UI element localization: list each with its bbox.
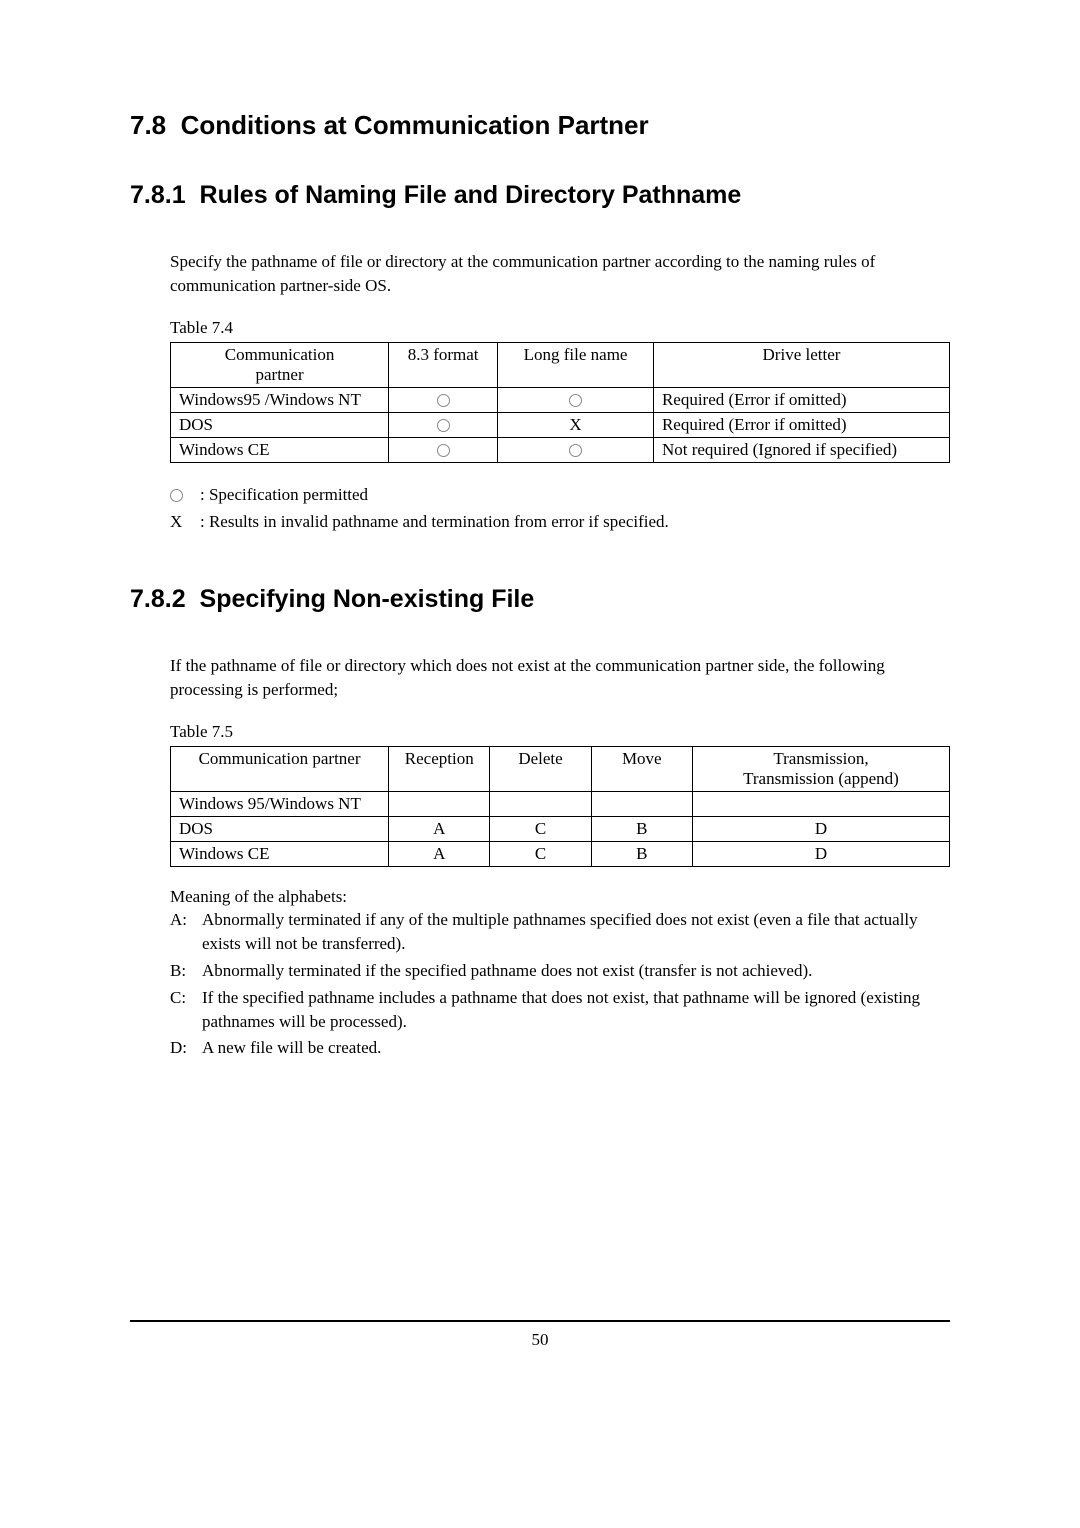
table-row: Windows 95/Windows NT <box>171 791 950 816</box>
table-row: DOS X Required (Error if omitted) <box>171 412 950 437</box>
meaning-text: Abnormally terminated if the specified p… <box>202 959 812 983</box>
circle-icon <box>437 419 450 432</box>
legend-row-circle: : Specification permitted <box>170 481 950 508</box>
meaning-label: A: <box>170 908 202 956</box>
meaning-text: A new file will be created. <box>202 1036 381 1060</box>
cell-partner: DOS <box>171 816 389 841</box>
subsection-heading-1: 7.8.1 Rules of Naming File and Directory… <box>130 181 950 210</box>
circle-icon <box>569 444 582 457</box>
cell-format <box>389 412 498 437</box>
section-title: Conditions at Communication Partner <box>181 110 649 140</box>
table-header-row: Communication partner 8.3 format Long fi… <box>171 342 950 387</box>
cell-drive: Required (Error if omitted) <box>653 412 949 437</box>
legend-row-x: X : Results in invalid pathname and term… <box>170 508 950 535</box>
cell-partner: Windows95 /Windows NT <box>171 387 389 412</box>
table-row: Windows CE Not required (Ignored if spec… <box>171 437 950 462</box>
meaning-text: If the specified pathname includes a pat… <box>202 986 950 1034</box>
col-header-delete: Delete <box>490 746 591 791</box>
section-number: 7.8 <box>130 110 166 140</box>
subsection-number: 7.8.1 <box>130 181 186 209</box>
subsection-heading-2: 7.8.2 Specifying Non-existing File <box>130 585 950 614</box>
table-caption-1: Table 7.4 <box>170 318 950 338</box>
meaning-label: D: <box>170 1036 202 1060</box>
page-footer: 50 <box>130 1320 950 1350</box>
meaning-row: B: Abnormally terminated if the specifie… <box>170 959 950 983</box>
cell-trans: D <box>692 816 949 841</box>
table-naming-rules: Communication partner 8.3 format Long fi… <box>170 342 950 463</box>
cell-partner: Windows CE <box>171 437 389 462</box>
legend-symbol: X <box>170 508 200 535</box>
cell-longname <box>498 437 654 462</box>
cell-move <box>591 791 692 816</box>
cell-move: B <box>591 816 692 841</box>
cell-delete <box>490 791 591 816</box>
circle-icon <box>437 444 450 457</box>
page-number: 50 <box>532 1330 549 1349</box>
cell-reception: A <box>389 841 490 866</box>
meanings-title: Meaning of the alphabets: <box>170 885 950 909</box>
cell-format <box>389 437 498 462</box>
meaning-row: D: A new file will be created. <box>170 1036 950 1060</box>
table-row: DOS A C B D <box>171 816 950 841</box>
col-header-partner: Communication partner <box>171 746 389 791</box>
subsection-title: Specifying Non-existing File <box>200 585 535 613</box>
col-header-move: Move <box>591 746 692 791</box>
legend-text: : Results in invalid pathname and termin… <box>200 508 669 535</box>
legend-symbol <box>170 481 200 508</box>
col-header-longname: Long file name <box>498 342 654 387</box>
meanings-block: Meaning of the alphabets: A: Abnormally … <box>170 885 950 1061</box>
cell-partner: Windows 95/Windows NT <box>171 791 389 816</box>
col-header-transmission: Transmission, Transmission (append) <box>692 746 949 791</box>
subsection-title: Rules of Naming File and Directory Pathn… <box>200 181 742 209</box>
table-caption-2: Table 7.5 <box>170 722 950 742</box>
cell-move: B <box>591 841 692 866</box>
cell-delete: C <box>490 816 591 841</box>
cell-drive: Not required (Ignored if specified) <box>653 437 949 462</box>
circle-icon <box>569 394 582 407</box>
cell-partner: Windows CE <box>171 841 389 866</box>
circle-icon <box>170 489 183 502</box>
cell-trans <box>692 791 949 816</box>
section-heading: 7.8 Conditions at Communication Partner <box>130 110 950 141</box>
col-header-format: 8.3 format <box>389 342 498 387</box>
subsection-number: 7.8.2 <box>130 585 186 613</box>
cell-trans: D <box>692 841 949 866</box>
col-header-drive: Drive letter <box>653 342 949 387</box>
col-header-partner: Communication partner <box>171 342 389 387</box>
meaning-row: C: If the specified pathname includes a … <box>170 986 950 1034</box>
table-header-row: Communication partner Reception Delete M… <box>171 746 950 791</box>
col-header-reception: Reception <box>389 746 490 791</box>
cell-drive: Required (Error if omitted) <box>653 387 949 412</box>
meaning-row: A: Abnormally terminated if any of the m… <box>170 908 950 956</box>
meaning-label: B: <box>170 959 202 983</box>
table-row: Windows CE A C B D <box>171 841 950 866</box>
cell-reception <box>389 791 490 816</box>
legend-block: : Specification permitted X : Results in… <box>170 481 950 535</box>
circle-icon <box>437 394 450 407</box>
meaning-label: C: <box>170 986 202 1034</box>
intro-paragraph-1: Specify the pathname of file or director… <box>170 250 950 298</box>
meaning-text: Abnormally terminated if any of the mult… <box>202 908 950 956</box>
table-row: Windows95 /Windows NT Required (Error if… <box>171 387 950 412</box>
cell-reception: A <box>389 816 490 841</box>
cell-longname: X <box>498 412 654 437</box>
cell-delete: C <box>490 841 591 866</box>
cell-format <box>389 387 498 412</box>
cell-partner: DOS <box>171 412 389 437</box>
cell-longname <box>498 387 654 412</box>
legend-text: : Specification permitted <box>200 481 368 508</box>
intro-paragraph-2: If the pathname of file or directory whi… <box>170 654 950 702</box>
table-nonexisting-file: Communication partner Reception Delete M… <box>170 746 950 867</box>
